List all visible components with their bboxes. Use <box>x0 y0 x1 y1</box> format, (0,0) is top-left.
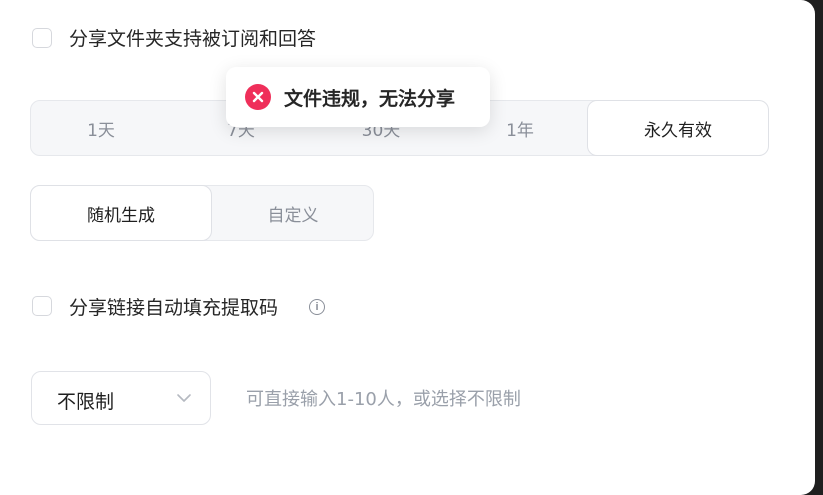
error-toast: 文件违规，无法分享 <box>226 67 490 127</box>
autofill-code-checkbox[interactable] <box>32 296 52 316</box>
validity-option-permanent[interactable]: 永久有效 <box>587 100 769 156</box>
visitor-limit-value: 不限制 <box>57 391 115 413</box>
subscribe-checkbox[interactable] <box>32 28 52 48</box>
code-mode-custom[interactable]: 自定义 <box>212 186 374 240</box>
chevron-down-icon <box>176 390 192 410</box>
autofill-code-label: 分享链接自动填充提取码 <box>69 297 279 319</box>
error-circle-icon <box>245 84 271 110</box>
info-icon[interactable]: i <box>309 299 325 315</box>
validity-option-1day[interactable]: 1天 <box>31 101 171 155</box>
code-mode-random[interactable]: 随机生成 <box>30 185 212 241</box>
toast-message: 文件违规，无法分享 <box>284 87 456 110</box>
code-mode-segmented-control: 随机生成 自定义 <box>30 185 374 241</box>
visitor-limit-select[interactable]: 不限制 <box>31 371 211 425</box>
visitor-limit-hint: 可直接输入1-10人，或选择不限制 <box>246 389 521 410</box>
share-settings-panel: 分享文件夹支持被订阅和回答 1天 7天 30天 1年 永久有效 文件违规，无法分… <box>0 0 815 495</box>
subscribe-label: 分享文件夹支持被订阅和回答 <box>69 28 317 50</box>
